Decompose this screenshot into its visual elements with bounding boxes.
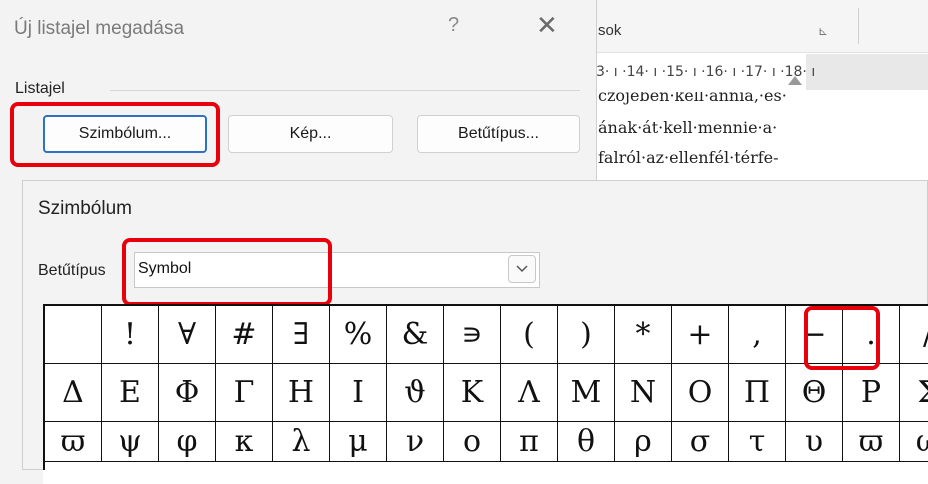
highlight-font-select bbox=[122, 238, 332, 306]
symbol-cell[interactable] bbox=[45, 306, 102, 364]
symbol-cell[interactable]: Μ bbox=[558, 364, 615, 422]
font-button[interactable]: Betűtípus... bbox=[417, 115, 580, 153]
font-label: Betűtípus bbox=[38, 262, 106, 279]
document-text-line: ának·át·kell·mennie·a· bbox=[598, 118, 778, 137]
ribbon-separator bbox=[858, 8, 859, 44]
symbol-cell[interactable]: & bbox=[387, 306, 444, 364]
bullet-group-label: Listajel bbox=[15, 80, 65, 97]
symbol-cell[interactable]: * bbox=[615, 306, 672, 364]
symbol-cell[interactable]: π bbox=[501, 422, 558, 462]
symbol-cell[interactable]: ϖ bbox=[45, 422, 102, 462]
highlight-minus-symbol bbox=[804, 306, 880, 370]
symbol-cell[interactable]: μ bbox=[330, 422, 387, 462]
symbol-cell[interactable]: ) bbox=[558, 306, 615, 364]
symbol-cell[interactable]: Ο bbox=[672, 364, 729, 422]
dialog-title: Szimbólum bbox=[38, 198, 132, 219]
symbol-cell[interactable]: # bbox=[216, 306, 273, 364]
symbol-cell[interactable]: ν bbox=[387, 422, 444, 462]
highlight-symbol-button bbox=[10, 102, 220, 167]
symbol-cell[interactable]: Κ bbox=[444, 364, 501, 422]
symbol-cell[interactable]: Λ bbox=[501, 364, 558, 422]
picture-button[interactable]: Kép... bbox=[228, 115, 393, 153]
group-divider bbox=[110, 90, 580, 91]
symbol-cell[interactable]: κ bbox=[216, 422, 273, 462]
symbol-cell[interactable]: ( bbox=[501, 306, 558, 364]
symbol-cell[interactable]: ϖ bbox=[843, 422, 900, 462]
chevron-down-icon[interactable] bbox=[508, 255, 536, 283]
symbol-cell[interactable]: Φ bbox=[159, 364, 216, 422]
symbol-cell[interactable]: Π bbox=[729, 364, 786, 422]
symbol-cell[interactable]: Ν bbox=[615, 364, 672, 422]
symbol-cell[interactable]: λ bbox=[273, 422, 330, 462]
document-text-line: falról·az·ellenfél·térfe- bbox=[598, 148, 779, 167]
symbol-cell[interactable]: , bbox=[729, 306, 786, 364]
symbol-cell[interactable]: θ bbox=[558, 422, 615, 462]
symbol-cell[interactable]: φ bbox=[159, 422, 216, 462]
symbol-cell[interactable]: Σ bbox=[900, 364, 928, 422]
symbol-cell[interactable]: υ bbox=[786, 422, 843, 462]
dialog-title: Új listajel megadása bbox=[14, 18, 185, 39]
symbol-cell[interactable]: Ι bbox=[330, 364, 387, 422]
ruler-numbers: 3· ı ·14· ı ·15· ı ·16· ı ·17· ı ·18· ı bbox=[596, 64, 816, 80]
symbol-cell[interactable]: ∍ bbox=[444, 306, 501, 364]
symbol-cell[interactable]: ∀ bbox=[159, 306, 216, 364]
symbol-cell[interactable]: ! bbox=[102, 306, 159, 364]
symbol-cell[interactable]: τ bbox=[729, 422, 786, 462]
symbol-cell[interactable]: ρ bbox=[615, 422, 672, 462]
symbol-cell[interactable]: ∃ bbox=[273, 306, 330, 364]
symbol-cell[interactable]: Θ bbox=[786, 364, 843, 422]
symbol-cell[interactable]: % bbox=[330, 306, 387, 364]
symbol-cell[interactable]: / bbox=[900, 306, 928, 364]
symbol-cell[interactable]: Η bbox=[273, 364, 330, 422]
symbol-cell[interactable]: ω bbox=[900, 422, 928, 462]
symbol-cell[interactable]: Ρ bbox=[843, 364, 900, 422]
close-icon[interactable]: ✕ bbox=[536, 10, 558, 41]
symbol-cell[interactable]: ϑ bbox=[387, 364, 444, 422]
symbol-cell[interactable]: ψ bbox=[102, 422, 159, 462]
ruler-margin-area bbox=[806, 54, 928, 90]
ribbon bbox=[580, 0, 928, 53]
dialog-launcher-icon[interactable]: ⊾ bbox=[818, 24, 828, 38]
help-icon[interactable]: ? bbox=[448, 14, 459, 37]
symbol-cell[interactable]: + bbox=[672, 306, 729, 364]
ribbon-group-label: sok bbox=[598, 22, 622, 39]
symbol-cell[interactable]: Γ bbox=[216, 364, 273, 422]
symbol-cell[interactable]: Ε bbox=[102, 364, 159, 422]
indent-marker[interactable] bbox=[788, 76, 802, 85]
symbol-cell[interactable]: σ bbox=[672, 422, 729, 462]
symbol-cell[interactable]: ο bbox=[444, 422, 501, 462]
symbol-cell[interactable]: Δ bbox=[45, 364, 102, 422]
